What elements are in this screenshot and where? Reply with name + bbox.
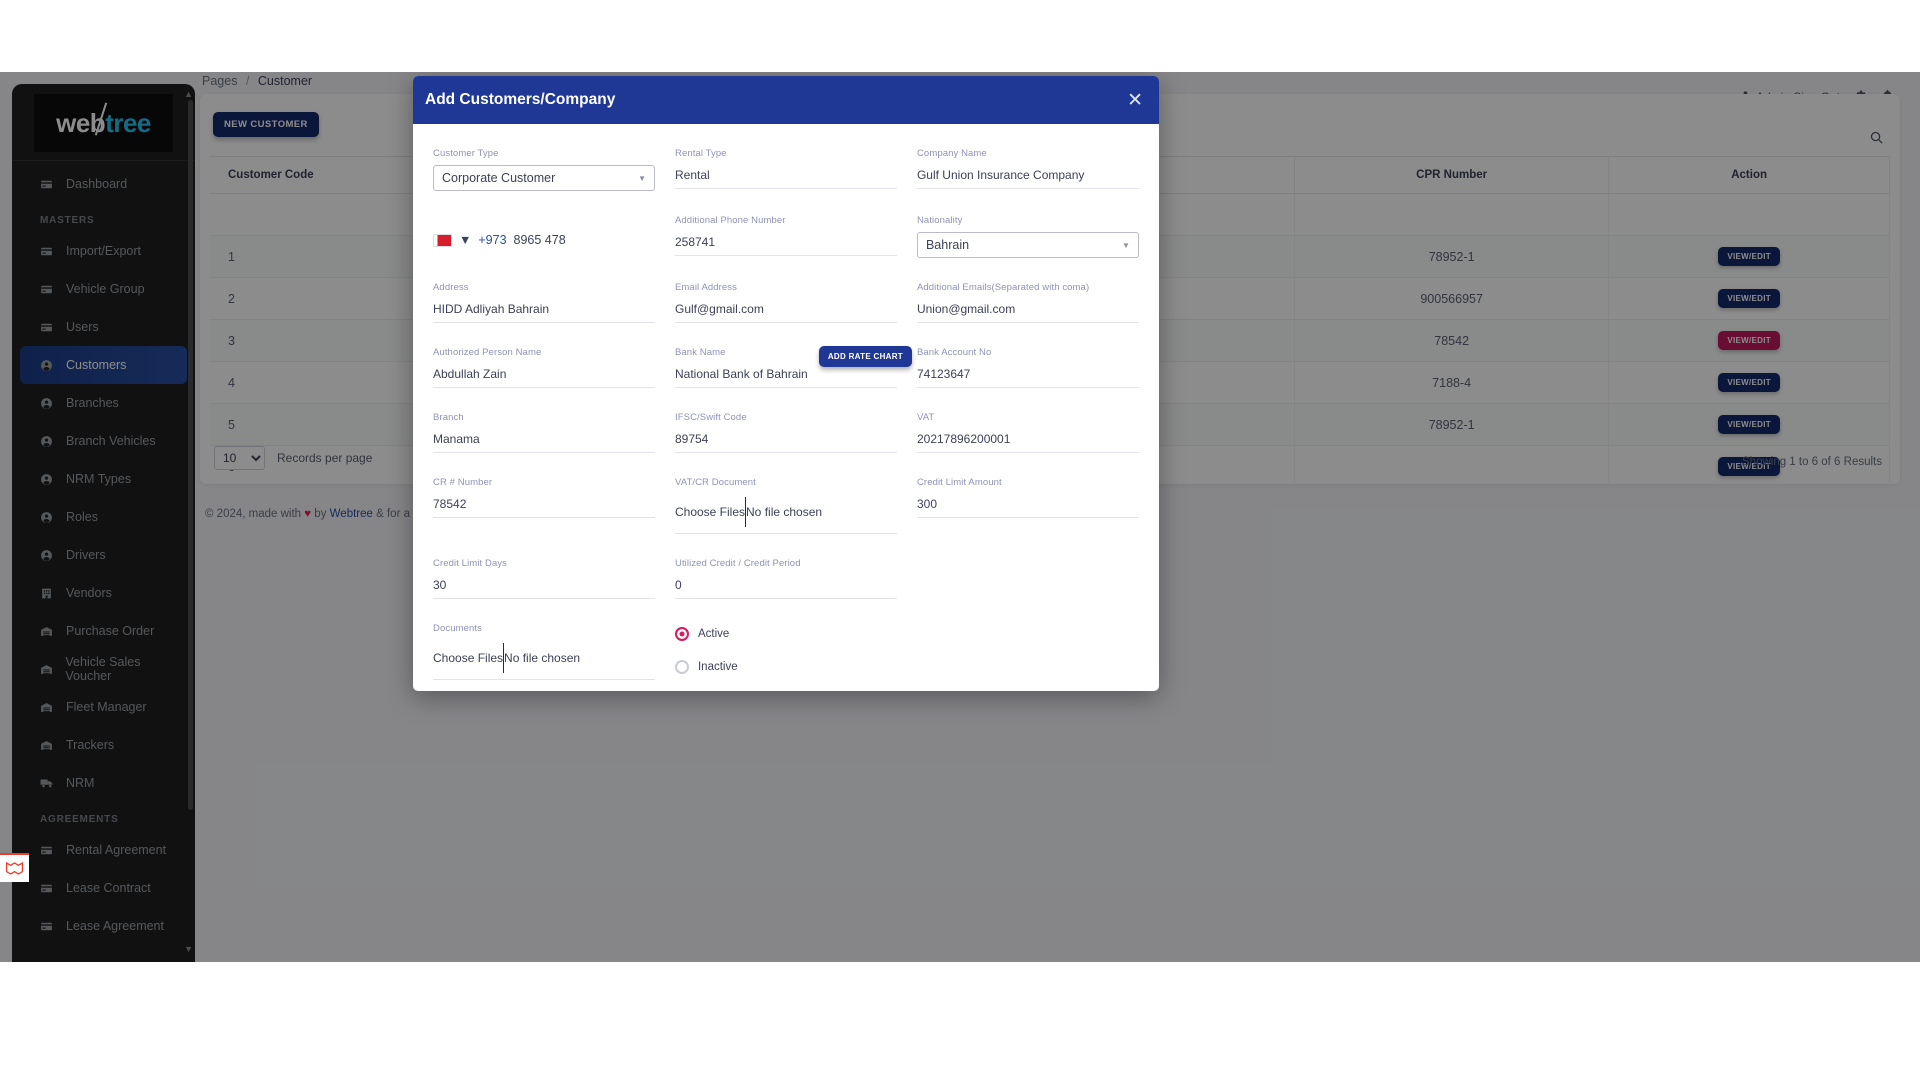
field-branch: Branch Manama	[423, 412, 665, 453]
ifsc-label: IFSC/Swift Code	[674, 412, 747, 423]
status-radio-label: Active	[697, 628, 730, 640]
branch-label: Branch	[433, 412, 464, 423]
form-row-5: Branch Manama IFSC/Swift Code 89754 VAT …	[423, 412, 1149, 477]
company-name-label: Company Name	[916, 148, 987, 159]
field-credit-limit-amount: Credit Limit Amount 300	[907, 477, 1149, 534]
field-phone: ▼ +973 8965 478	[423, 215, 665, 258]
phone-input-group[interactable]: ▼ +973 8965 478	[433, 215, 655, 247]
email-label: Email Address	[674, 282, 738, 293]
credit-limit-amount-input[interactable]: 300	[916, 494, 1139, 518]
status-radio-active[interactable]: Active	[674, 627, 897, 641]
radio-circle-icon	[674, 660, 689, 674]
status-radio-label: Inactive	[697, 661, 738, 673]
close-icon[interactable]: ✕	[1127, 91, 1143, 110]
vat-cr-document-file-input[interactable]: Choose FilesNo file chosen	[674, 494, 897, 534]
credit-limit-amount-label: Credit Limit Amount	[916, 477, 1002, 488]
chevron-down-icon[interactable]: ▼	[459, 233, 471, 247]
field-rental-type: Rental Type Rental	[665, 148, 907, 191]
nationality-label: Nationality	[916, 215, 963, 226]
add-rate-chart-button[interactable]: ADD RATE CHART	[818, 346, 912, 367]
field-company-name: Company Name Gulf Union Insurance Compan…	[907, 148, 1149, 191]
address-input[interactable]: HIDD Adliyah Bahrain	[433, 299, 655, 323]
field-ifsc: IFSC/Swift Code 89754	[665, 412, 907, 453]
vat-cr-document-label: VAT/CR Document	[674, 477, 756, 488]
field-email: Email Address Gulf@gmail.com	[665, 282, 907, 323]
add-customer-modal: Add Customers/Company ✕ Customer Type Co…	[413, 76, 1159, 691]
field-cr-number: CR # Number 78542	[423, 477, 665, 534]
chevron-down-icon: ▼	[638, 173, 646, 183]
field-vat-cr-document: VAT/CR Document Choose FilesNo file chos…	[665, 477, 907, 534]
vat-cr-choose-files-button[interactable]: Choose Files	[675, 505, 745, 519]
field-utilized-credit: Utilized Credit / Credit Period 0	[665, 558, 907, 599]
form-row-2: ▼ +973 8965 478 Additional Phone Number …	[423, 215, 1149, 282]
additional-phone-input[interactable]: 258741	[674, 232, 897, 256]
credit-limit-days-label: Credit Limit Days	[433, 558, 508, 569]
company-name-input[interactable]: Gulf Union Insurance Company	[916, 165, 1139, 189]
status-radio-inactive[interactable]: Inactive	[674, 660, 897, 674]
field-nationality: Nationality Bahrain ▼	[907, 215, 1149, 258]
bank-account-no-input[interactable]: 74123647	[916, 364, 1139, 388]
modal-title: Add Customers/Company	[425, 91, 616, 108]
field-additional-emails: Additional Emails(Separated with coma) U…	[907, 282, 1149, 323]
field-customer-type: Customer Type Corporate Customer ▼	[423, 148, 665, 191]
spacer-cell	[907, 558, 1149, 599]
additional-emails-label: Additional Emails(Separated with coma)	[916, 282, 1090, 293]
rental-type-label: Rental Type	[674, 148, 727, 159]
additional-phone-label: Additional Phone Number	[674, 215, 786, 226]
customer-type-label: Customer Type	[433, 148, 499, 159]
status-radio-group: Active Inactive	[665, 623, 907, 691]
phone-number: 8965 478	[513, 233, 566, 247]
cr-number-label: CR # Number	[433, 477, 493, 488]
utilized-credit-input[interactable]: 0	[674, 575, 897, 599]
field-credit-limit-days: Credit Limit Days 30	[423, 558, 665, 599]
bank-account-no-label: Bank Account No	[916, 347, 992, 358]
address-label: Address	[433, 282, 469, 293]
chevron-down-icon: ▼	[1122, 240, 1130, 250]
documents-file-input[interactable]: Choose FilesNo file chosen	[433, 640, 655, 680]
form-row-3: Address HIDD Adliyah Bahrain Email Addre…	[423, 282, 1149, 347]
nationality-value: Bahrain	[925, 238, 970, 252]
modal-header: Add Customers/Company ✕	[413, 76, 1159, 124]
bahrain-flag-icon	[433, 233, 452, 247]
nationality-select[interactable]: Bahrain ▼	[916, 232, 1139, 258]
email-input[interactable]: Gulf@gmail.com	[674, 299, 897, 323]
documents-choose-files-button[interactable]: Choose Files	[433, 651, 503, 665]
form-row-7: Credit Limit Days 30 Utilized Credit / C…	[423, 558, 1149, 623]
vat-cr-file-status: No file chosen	[746, 505, 823, 519]
field-additional-phone: Additional Phone Number 258741	[665, 215, 907, 258]
form-row-8: Documents Choose FilesNo file chosen Act…	[423, 623, 1149, 691]
authorized-person-input[interactable]: Abdullah Zain	[433, 364, 655, 388]
modal-body: Customer Type Corporate Customer ▼ Renta…	[413, 124, 1159, 691]
customer-type-value: Corporate Customer	[442, 171, 556, 185]
documents-file-status: No file chosen	[504, 651, 581, 665]
authorized-person-label: Authorized Person Name	[433, 347, 542, 358]
cr-number-input[interactable]: 78542	[433, 494, 655, 518]
field-authorized-person: Authorized Person Name Abdullah Zain	[423, 347, 665, 388]
vat-input[interactable]: 20217896200001	[916, 429, 1139, 453]
app-root: webtree Dashboard MASTERS Import/Export Veh…	[0, 72, 1920, 962]
form-row-1: Customer Type Corporate Customer ▼ Renta…	[423, 148, 1149, 215]
utilized-credit-label: Utilized Credit / Credit Period	[674, 558, 801, 569]
customer-type-select[interactable]: Corporate Customer ▼	[433, 165, 655, 191]
field-documents: Documents Choose FilesNo file chosen	[423, 623, 665, 691]
ifsc-input[interactable]: 89754	[674, 429, 897, 453]
field-address: Address HIDD Adliyah Bahrain	[423, 282, 665, 323]
field-vat: VAT 20217896200001	[907, 412, 1149, 453]
additional-emails-input[interactable]: Union@gmail.com	[916, 299, 1139, 323]
bank-name-input[interactable]: National Bank of Bahrain	[674, 364, 897, 388]
field-bank-account-no: Bank Account No 74123647	[907, 347, 1149, 388]
form-row-6: CR # Number 78542 VAT/CR Document Choose…	[423, 477, 1149, 558]
credit-limit-days-input[interactable]: 30	[433, 575, 655, 599]
vat-label: VAT	[916, 412, 935, 423]
documents-label: Documents	[433, 623, 482, 634]
form-row-4: Authorized Person Name Abdullah Zain Ban…	[423, 347, 1149, 412]
spacer-cell-2	[907, 623, 1149, 691]
branch-input[interactable]: Manama	[433, 429, 655, 453]
rental-type-input[interactable]: Rental	[674, 165, 897, 189]
laravel-badge-icon[interactable]	[0, 853, 29, 882]
phone-dial-code: +973	[478, 233, 507, 247]
radio-circle-icon	[674, 627, 689, 641]
